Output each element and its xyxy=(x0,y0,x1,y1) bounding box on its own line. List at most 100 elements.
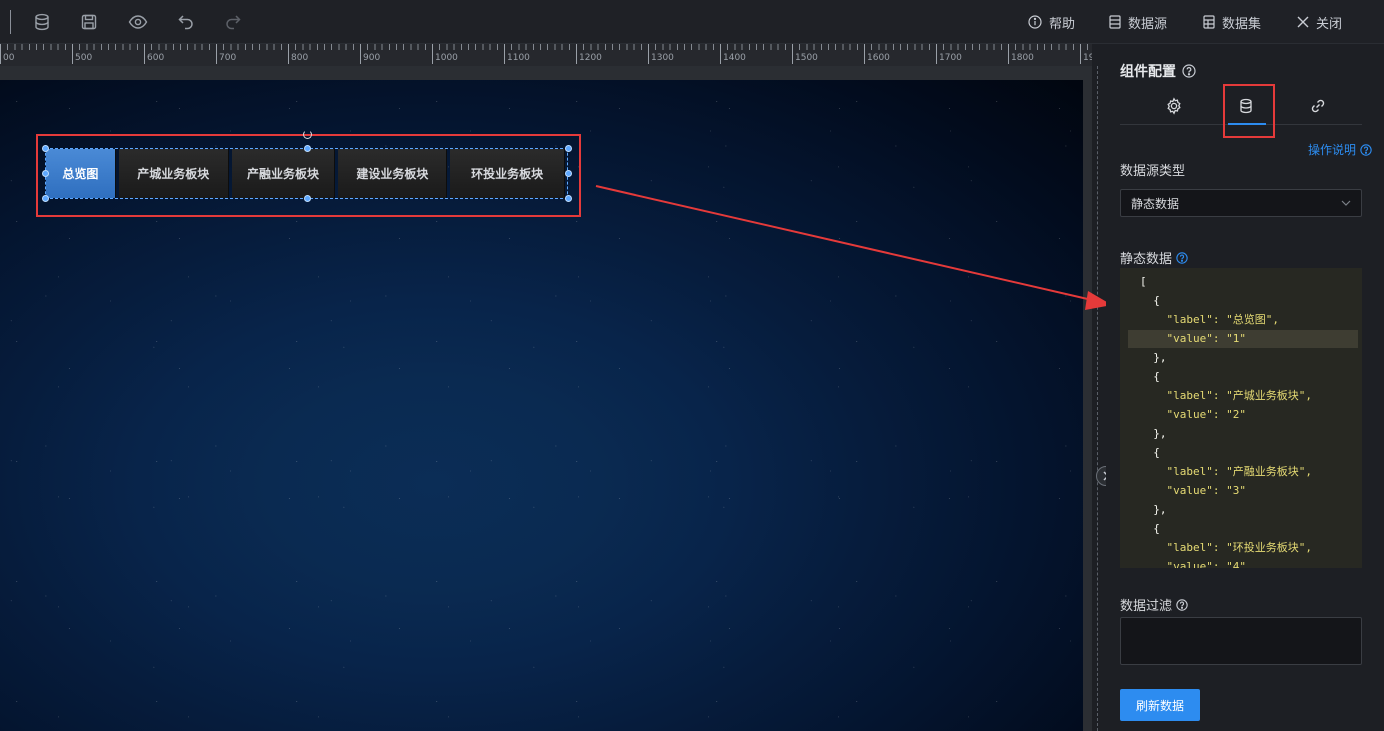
tab-item[interactable]: 总览图 xyxy=(46,149,116,198)
tab-item[interactable]: 产融业务板块 xyxy=(231,149,336,198)
ruler-major-tick xyxy=(504,44,505,64)
datasource-type-select[interactable]: 静态数据 xyxy=(1120,189,1362,217)
redo-icon[interactable] xyxy=(222,11,244,33)
ruler-major-tick xyxy=(1008,44,1009,64)
ruler-major-tick xyxy=(144,44,145,64)
horizontal-ruler[interactable]: 00 500 600 700 800 900 1000 1100 1200 1300 1400 150… xyxy=(0,44,1092,66)
datasource-button[interactable]: 数据源 xyxy=(1109,12,1167,32)
database-icon[interactable] xyxy=(31,11,53,33)
tab-settings[interactable] xyxy=(1154,90,1194,122)
ruler-major-tick xyxy=(648,44,649,64)
dataset-icon xyxy=(1203,15,1215,29)
operation-guide-link[interactable]: 操作说明 xyxy=(1308,141,1372,158)
panel-title-text: 组件配置 xyxy=(1120,64,1176,80)
code-line: "label": "环投业务板块", xyxy=(1140,541,1312,554)
select-value: 静态数据 xyxy=(1131,196,1180,211)
ruler-major-tick xyxy=(288,44,289,64)
tab-item[interactable]: 建设业务板块 xyxy=(338,149,448,198)
ruler-label: 1300 xyxy=(651,53,674,63)
resize-handle[interactable] xyxy=(42,170,49,177)
close-label: 关闭 xyxy=(1316,16,1343,32)
ruler-label: 1800 xyxy=(1011,53,1034,63)
resize-handle[interactable] xyxy=(304,195,311,202)
question-icon xyxy=(1360,143,1372,156)
question-icon[interactable] xyxy=(1182,64,1196,78)
close-button[interactable]: 关闭 xyxy=(1297,12,1342,32)
data-filter-label: 数据过滤 xyxy=(1120,595,1188,614)
code-line: "value": "3" xyxy=(1140,484,1246,497)
tab-item[interactable]: 环投业务板块 xyxy=(450,149,565,198)
tab-highlight-box xyxy=(1223,84,1275,138)
dataset-button[interactable]: 数据集 xyxy=(1203,12,1261,32)
tab-label: 总览图 xyxy=(62,167,99,181)
save-icon[interactable] xyxy=(78,11,100,33)
operation-guide-text: 操作说明 xyxy=(1307,143,1356,157)
resize-handle[interactable] xyxy=(565,145,572,152)
code-line: "label": "产融业务板块", xyxy=(1140,465,1312,478)
data-filter-text: 数据过滤 xyxy=(1120,599,1173,614)
tab-label: 建设业务板块 xyxy=(356,167,429,181)
resize-handle[interactable] xyxy=(565,170,572,177)
ruler-major-tick xyxy=(72,44,73,64)
config-panel: 组件配置 操作说明 数据源类型 静态数据 静态数据 [{"label": "… xyxy=(1106,44,1384,731)
code-line: { xyxy=(1140,522,1160,535)
code-line: }, xyxy=(1140,427,1167,440)
tab-label: 环投业务板块 xyxy=(471,167,544,181)
resize-handle[interactable] xyxy=(565,195,572,202)
static-data-text: 静态数据 xyxy=(1120,252,1173,267)
question-icon[interactable] xyxy=(1176,251,1188,264)
eye-icon[interactable] xyxy=(127,11,149,33)
ruler-label: 1700 xyxy=(939,53,962,63)
resize-handle[interactable] xyxy=(42,195,49,202)
ruler-major-tick xyxy=(864,44,865,64)
code-line: { xyxy=(1140,370,1160,383)
code-line: }, xyxy=(1140,351,1167,364)
tab-item[interactable]: 产城业务板块 xyxy=(118,149,229,198)
resize-handle[interactable] xyxy=(304,145,311,152)
tab-component[interactable]: 总览图 产城业务板块 产融业务板块 建设业务板块 环投业务板块 xyxy=(45,148,568,199)
code-line: }, xyxy=(1140,503,1167,516)
ruler-major-tick xyxy=(432,44,433,64)
ruler-label: 600 xyxy=(147,53,165,63)
ruler-label: 700 xyxy=(219,53,237,63)
ruler-label: 500 xyxy=(75,53,93,63)
code-line: "value": "1" xyxy=(1140,332,1246,345)
datasource-type-label: 数据源类型 xyxy=(1120,160,1185,179)
editor-screen: 帮助 数据源 数据集 关闭 00 500 600 700 800 900 1000 1100 1… xyxy=(0,0,1384,731)
close-icon xyxy=(1297,16,1309,28)
link-icon xyxy=(1311,99,1325,113)
refresh-data-button[interactable]: 刷新数据 xyxy=(1120,689,1200,721)
datasource-type-text: 数据源类型 xyxy=(1120,164,1186,179)
refresh-data-label: 刷新数据 xyxy=(1135,698,1184,713)
ruler-label: 00 xyxy=(3,53,15,63)
undo-icon[interactable] xyxy=(175,11,197,33)
tab-label: 产城业务板块 xyxy=(137,167,210,181)
ruler-major-tick xyxy=(360,44,361,64)
ruler-major-tick xyxy=(1080,44,1081,64)
question-icon[interactable] xyxy=(1176,598,1188,611)
ruler-ticks xyxy=(0,44,1092,50)
ruler-label: 1900 xyxy=(1083,53,1092,63)
canvas-edge xyxy=(1097,66,1098,731)
ruler-major-tick xyxy=(0,44,1,64)
static-data-label: 静态数据 xyxy=(1120,248,1188,267)
ruler-label: 900 xyxy=(363,53,381,63)
ruler-major-tick xyxy=(792,44,793,64)
ruler-label: 1600 xyxy=(867,53,890,63)
tab-interaction[interactable] xyxy=(1298,90,1338,122)
ruler-major-tick xyxy=(936,44,937,64)
gear-icon xyxy=(1167,97,1181,115)
code-line: "label": "总览图", xyxy=(1140,313,1279,326)
code-line: [ xyxy=(1140,275,1147,288)
panel-title: 组件配置 xyxy=(1120,61,1196,81)
ruler-major-tick xyxy=(576,44,577,64)
static-data-editor[interactable]: [ { "label": "总览图", "value": "1" }, { "l… xyxy=(1120,268,1362,568)
help-label: 帮助 xyxy=(1049,16,1076,32)
data-filter-input[interactable] xyxy=(1120,617,1362,665)
resize-handle[interactable] xyxy=(42,145,49,152)
rotate-handle[interactable] xyxy=(303,130,312,139)
toolbar-divider xyxy=(10,10,11,34)
help-button[interactable]: 帮助 xyxy=(1028,12,1075,32)
code-line: "value": "4" xyxy=(1140,560,1246,568)
tab-label: 产融业务板块 xyxy=(247,167,320,181)
